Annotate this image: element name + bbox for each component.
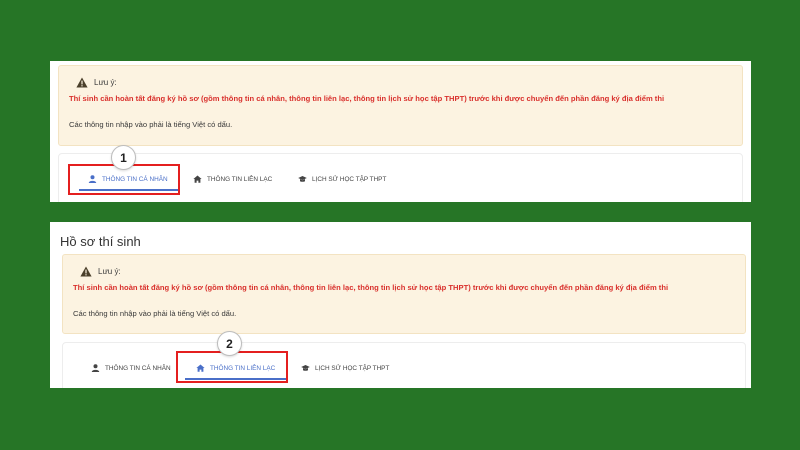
notice-label: Lưu ý: xyxy=(94,78,117,87)
step2-panel: Hồ sơ thí sinh Lưu ý: Thí sinh cần hoàn … xyxy=(50,222,751,388)
tab-label: LỊCH SỬ HỌC TẬP THPT xyxy=(315,364,390,372)
tab-contact-info[interactable]: THÔNG TIN LIÊN LẠC xyxy=(193,175,272,183)
notice-info-text: Các thông tin nhập vào phải là tiếng Việ… xyxy=(73,309,237,318)
home-icon xyxy=(193,175,202,183)
highlight-box-step2 xyxy=(176,351,288,383)
notice-box: Lưu ý: Thí sinh cần hoàn tất đăng ký hồ … xyxy=(62,254,746,334)
tab-personal-info[interactable]: THÔNG TIN CÁ NHÂN xyxy=(91,364,171,372)
notice-warning-text: Thí sinh cần hoàn tất đăng ký hồ sơ (gồm… xyxy=(69,94,665,103)
user-icon xyxy=(91,364,100,372)
tab-label: LỊCH SỬ HỌC TẬP THPT xyxy=(312,175,387,183)
notice-warning-text: Thí sinh cần hoàn tất đăng ký hồ sơ (gồm… xyxy=(73,283,669,292)
profile-tabs: THÔNG TIN CÁ NHÂN THÔNG TIN LIÊN LẠC LỊC… xyxy=(62,342,746,388)
callout-step2: 2 xyxy=(217,331,242,356)
notice-header: Lưu ý: xyxy=(76,77,117,88)
tab-label: THÔNG TIN LIÊN LẠC xyxy=(207,175,273,183)
graduation-cap-icon xyxy=(298,176,307,182)
notice-box: Lưu ý: Thí sinh cần hoàn tất đăng ký hồ … xyxy=(58,65,743,146)
graduation-cap-icon xyxy=(301,365,310,371)
tab-high-school-history[interactable]: LỊCH SỬ HỌC TẬP THPT xyxy=(301,364,389,372)
notice-header: Lưu ý: xyxy=(80,266,121,277)
tab-label: THÔNG TIN CÁ NHÂN xyxy=(105,364,171,372)
warning-icon xyxy=(80,266,92,277)
warning-icon xyxy=(76,77,88,88)
notice-label: Lưu ý: xyxy=(98,267,121,276)
notice-info-text: Các thông tin nhập vào phải là tiếng Việ… xyxy=(69,120,233,129)
page-title: Hồ sơ thí sinh xyxy=(60,234,141,249)
tab-high-school-history[interactable]: LỊCH SỬ HỌC TẬP THPT xyxy=(298,175,386,183)
callout-step1: 1 xyxy=(111,145,136,170)
